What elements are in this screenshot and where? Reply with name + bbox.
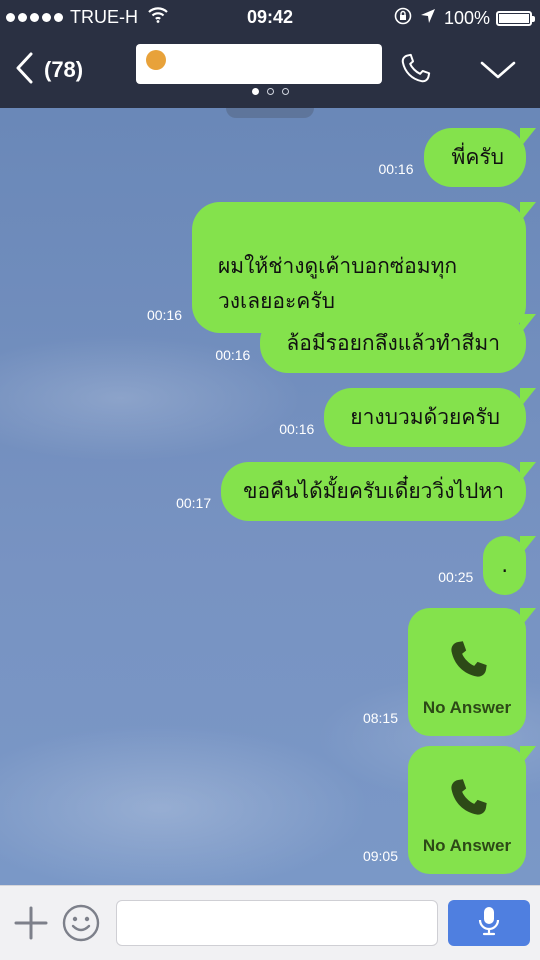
message-time: 00:16 bbox=[215, 347, 251, 363]
message-text: . bbox=[501, 553, 508, 577]
message-time: 00:17 bbox=[176, 495, 212, 511]
menu-dropdown-button[interactable] bbox=[480, 60, 516, 84]
message-bubble[interactable]: ยางบวมด้วยครับ bbox=[324, 388, 536, 447]
page-dot-active bbox=[252, 88, 259, 95]
phone-icon bbox=[398, 53, 432, 90]
message-text: พี่ครับ bbox=[451, 145, 505, 169]
avatar bbox=[146, 50, 166, 70]
chevron-left-icon bbox=[14, 52, 34, 88]
back-button[interactable]: (78) bbox=[14, 52, 83, 88]
redacted-contact-name bbox=[136, 44, 382, 84]
status-right: 100% bbox=[394, 7, 535, 30]
chevron-down-icon bbox=[480, 61, 516, 84]
status-bar: TRUE-H 09:42 100% bbox=[0, 0, 540, 36]
message-text: ล้อมีรอยกลึงแล้วทำสีมา bbox=[286, 331, 500, 355]
message-time: 00:25 bbox=[438, 569, 474, 585]
smiley-icon bbox=[62, 904, 100, 946]
message-time: 00:16 bbox=[378, 161, 414, 177]
voice-message-button[interactable] bbox=[448, 900, 530, 946]
message-bubble[interactable]: ขอคืนได้มั้ยครับเดี๋ยววิ่งไปหา bbox=[221, 462, 536, 521]
message-row: 00:16 พี่ครับ bbox=[378, 128, 536, 187]
call-time: 09:05 bbox=[362, 848, 398, 864]
sticker-button[interactable] bbox=[62, 904, 100, 946]
call-button[interactable] bbox=[398, 52, 432, 90]
message-time: 00:16 bbox=[279, 421, 315, 437]
missed-call-bubble[interactable]: No Answer bbox=[408, 608, 536, 736]
battery-percent: 100% bbox=[443, 8, 490, 28]
message-time: 00:16 bbox=[146, 307, 182, 323]
message-bubble[interactable]: ล้อมีรอยกลึงแล้วทำสีมา bbox=[260, 314, 536, 373]
message-row: 00:16 ยางบวมด้วยครับ bbox=[279, 388, 536, 447]
message-bubble[interactable]: . bbox=[483, 536, 536, 595]
add-attachment-button[interactable] bbox=[14, 906, 48, 944]
page-dot bbox=[267, 88, 274, 95]
input-bar bbox=[0, 885, 540, 960]
plus-icon bbox=[14, 906, 48, 944]
message-text: ขอคืนได้มั้ยครับเดี๋ยววิ่งไปหา bbox=[243, 479, 504, 503]
message-text: ยางบวมด้วยครับ bbox=[350, 405, 500, 429]
call-row: 09:05 No Answer bbox=[362, 746, 536, 874]
rotation-lock-icon bbox=[394, 7, 412, 30]
microphone-icon bbox=[478, 906, 500, 940]
call-row: 08:15 No Answer bbox=[362, 608, 536, 736]
battery-icon bbox=[496, 11, 535, 26]
chat-header: (78) bbox=[0, 36, 540, 108]
phone-handset-icon bbox=[446, 776, 490, 831]
unread-count: (78) bbox=[44, 57, 84, 82]
page-dot bbox=[282, 88, 289, 95]
top-bar: TRUE-H 09:42 100% (78) bbox=[0, 0, 540, 108]
chat-area[interactable]: 00:16 พี่ครับ 00:16 ผมให้ช่างดูเค้าบอกซ่… bbox=[0, 108, 540, 885]
message-bubble[interactable]: พี่ครับ bbox=[423, 128, 536, 187]
message-row: 00:25 . bbox=[438, 536, 536, 595]
message-input[interactable] bbox=[116, 900, 438, 946]
call-time: 08:15 bbox=[362, 710, 398, 726]
call-status: No Answer bbox=[422, 836, 512, 855]
missed-call-bubble[interactable]: No Answer bbox=[408, 746, 536, 874]
location-arrow-icon bbox=[420, 8, 436, 29]
call-status: No Answer bbox=[422, 698, 512, 717]
message-row: 00:17 ขอคืนได้มั้ยครับเดี๋ยววิ่งไปหา bbox=[176, 462, 536, 521]
message-text: ผมให้ช่างดูเค้าบอกซ่อมทุก วงเลยอะครับ bbox=[218, 254, 458, 313]
page-indicator bbox=[248, 88, 293, 95]
notice-tab[interactable] bbox=[226, 108, 314, 118]
phone-handset-icon bbox=[446, 638, 490, 693]
message-row: 00:16 ล้อมีรอยกลึงแล้วทำสีมา bbox=[215, 314, 536, 373]
